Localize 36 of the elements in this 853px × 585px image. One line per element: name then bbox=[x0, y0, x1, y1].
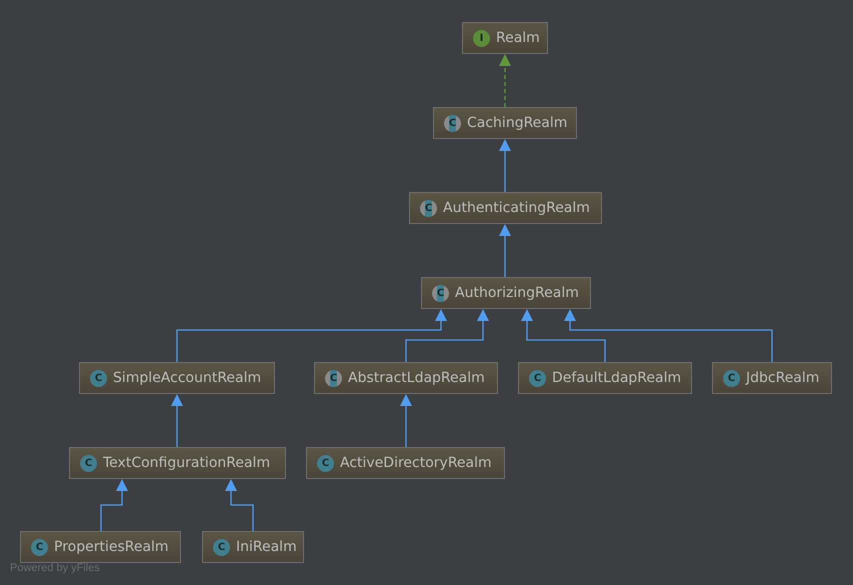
class-node[interactable]: C AbstractLdapRealm bbox=[314, 362, 498, 394]
class-icon: C bbox=[529, 370, 546, 386]
class-name: TextConfigurationRealm bbox=[103, 455, 270, 471]
class-node[interactable]: I Realm bbox=[462, 22, 548, 54]
class-name: DefaultLdapRealm bbox=[552, 370, 682, 386]
class-node[interactable]: C AuthenticatingRealm bbox=[409, 192, 602, 224]
class-node[interactable]: C AuthorizingRealm bbox=[421, 277, 591, 309]
class-icon: C bbox=[317, 454, 334, 472]
class-node[interactable]: C IniRealm bbox=[202, 531, 304, 563]
abstract-class-icon: C bbox=[444, 114, 461, 132]
class-icon: C bbox=[31, 538, 48, 556]
class-name: AuthenticatingRealm bbox=[443, 200, 590, 216]
class-node[interactable]: C TextConfigurationRealm bbox=[69, 447, 286, 479]
class-node[interactable]: C ActiveDirectoryRealm bbox=[306, 447, 505, 479]
interface-icon: I bbox=[473, 30, 490, 46]
class-name: CachingRealm bbox=[467, 115, 568, 131]
abstract-class-icon: C bbox=[432, 284, 449, 302]
class-icon: C bbox=[723, 370, 740, 386]
class-name: Realm bbox=[496, 30, 540, 46]
class-icon: C bbox=[213, 538, 230, 556]
abstract-class-icon: C bbox=[420, 200, 437, 216]
class-icon: C bbox=[80, 454, 97, 472]
class-name: AbstractLdapRealm bbox=[348, 370, 485, 386]
class-node[interactable]: C JdbcRealm bbox=[712, 362, 832, 394]
class-node[interactable]: C SimpleAccountRealm bbox=[79, 362, 275, 394]
class-name: AuthorizingRealm bbox=[455, 285, 579, 301]
class-icon: C bbox=[90, 370, 107, 386]
class-node[interactable]: C DefaultLdapRealm bbox=[518, 362, 692, 394]
class-name: SimpleAccountRealm bbox=[113, 370, 262, 386]
class-node[interactable]: C CachingRealm bbox=[433, 107, 577, 139]
class-name: ActiveDirectoryRealm bbox=[340, 455, 492, 471]
class-node[interactable]: C PropertiesRealm bbox=[20, 531, 181, 563]
class-name: PropertiesRealm bbox=[54, 539, 169, 555]
class-name: IniRealm bbox=[236, 539, 297, 555]
class-name: JdbcRealm bbox=[746, 370, 820, 386]
abstract-class-icon: C bbox=[325, 370, 342, 386]
